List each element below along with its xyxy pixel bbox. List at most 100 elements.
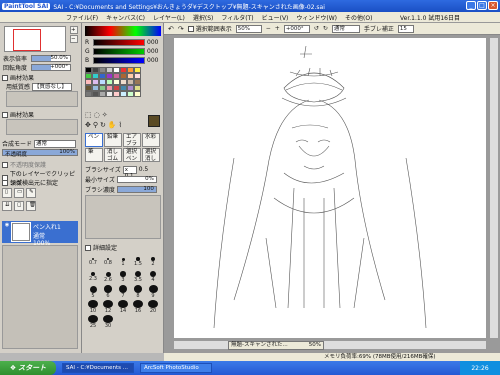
blue-slider[interactable] <box>93 57 145 64</box>
hand-tool-icon[interactable]: ✋ <box>108 121 117 129</box>
tool-brush[interactable]: 筆 <box>85 148 103 162</box>
zoom-select[interactable]: 50% <box>235 24 262 33</box>
eyedropper-icon[interactable]: ⌇ <box>119 121 122 129</box>
brush-size-preset[interactable]: 2.3 <box>86 270 100 284</box>
blend-mode-select[interactable]: 通常 <box>34 139 77 148</box>
angle-select[interactable]: +000° <box>283 24 310 33</box>
horizontal-scrollbar[interactable] <box>174 341 486 349</box>
rotate-right-icon[interactable]: ↻ <box>323 25 328 32</box>
tool-watercolor[interactable]: 水彩 <box>142 133 160 147</box>
move-tool-icon[interactable]: ✥ <box>85 121 91 129</box>
brush-size-preset[interactable]: 5 <box>86 285 100 299</box>
brush-size-multiplier[interactable]: x 0.1 <box>122 165 137 179</box>
lasso-tool-icon[interactable]: ◌ <box>94 111 100 119</box>
new-folder-icon[interactable]: ▭ <box>14 188 24 198</box>
visibility-eye-icon[interactable]: ◉ <box>3 222 11 242</box>
paper-texture-select[interactable]: 【質感なし】 <box>32 82 73 91</box>
rotation-slider[interactable]: +000° <box>31 64 72 71</box>
brush-size-preset[interactable]: 1.5 <box>131 255 145 269</box>
layer-row[interactable]: ◉ ペン入れ1 通常 100% <box>2 221 78 247</box>
color-swatches[interactable] <box>85 67 141 109</box>
select-show-checkbox[interactable] <box>187 25 194 32</box>
menu-select[interactable]: 選択(S) <box>193 13 214 22</box>
tool-pen[interactable]: ペン <box>85 133 103 147</box>
undo-icon[interactable]: ↶ <box>168 25 174 33</box>
tool-select-pen[interactable]: 選択ペン <box>123 148 141 162</box>
brush-size-preset[interactable]: 12 <box>101 300 115 314</box>
minimize-button[interactable]: _ <box>466 1 476 10</box>
brush-size-preset[interactable]: 30 <box>101 315 115 329</box>
brush-size-preset[interactable]: 7 <box>116 285 130 299</box>
canvas[interactable] <box>174 38 486 338</box>
density-slider[interactable]: 100 <box>116 186 157 193</box>
start-button[interactable]: ❖ スタート <box>0 361 56 375</box>
tool-eraser[interactable]: 消しゴム <box>104 148 122 162</box>
brush-size-preset[interactable]: 8 <box>131 285 145 299</box>
brush-size-preset[interactable]: 4 <box>146 270 160 284</box>
menu-canvas[interactable]: キャンバス(C) <box>106 13 145 22</box>
brush-size-preset[interactable]: 2.6 <box>101 270 115 284</box>
blend-select[interactable]: 通常 <box>331 24 360 33</box>
brush-size-preset[interactable]: 25 <box>86 315 100 329</box>
color-wheel[interactable] <box>85 26 161 36</box>
min-size-slider[interactable]: 0% <box>116 176 157 183</box>
vertical-scrollbar[interactable] <box>490 38 498 338</box>
new-linework-icon[interactable]: ✎ <box>26 188 36 198</box>
menu-view[interactable]: ビュー(V) <box>262 13 289 22</box>
menu-window[interactable]: ウィンドウ(W) <box>296 13 337 22</box>
tool-select-eraser[interactable]: 選択消し <box>142 148 160 162</box>
brush-size-preset[interactable]: 3.5 <box>131 270 145 284</box>
zoom-out-button[interactable]: − <box>70 35 78 43</box>
brush-size-preset[interactable]: 14 <box>116 300 130 314</box>
maximize-button[interactable]: □ <box>477 1 487 10</box>
tool-pencil[interactable]: 鉛筆 <box>104 133 122 147</box>
menu-layer[interactable]: レイヤー(L) <box>153 13 185 22</box>
red-slider[interactable] <box>93 39 145 46</box>
redo-icon[interactable]: ↷ <box>178 25 184 33</box>
task-sai[interactable]: SAI - C:¥Documents ... <box>62 363 134 373</box>
zoom-in-button[interactable]: + <box>70 26 78 34</box>
merge-down-icon[interactable]: ⇊ <box>2 201 12 211</box>
blue-value: 000 <box>147 57 159 64</box>
effect-toggle[interactable] <box>2 111 8 118</box>
brush-size-preset[interactable]: 9 <box>146 285 160 299</box>
brush-size-preset[interactable]: 0.7 <box>86 255 100 269</box>
select-tool-icon[interactable]: ⬚ <box>85 111 92 119</box>
stabilizer-select[interactable]: 15 <box>397 24 414 33</box>
tool-airbrush[interactable]: エアブラシ <box>123 133 141 154</box>
delete-layer-icon[interactable]: 🗑 <box>26 201 36 211</box>
menu-other[interactable]: その他(O) <box>345 13 372 22</box>
zoom-tool-icon[interactable]: ⚲ <box>93 121 98 129</box>
navigator-preview[interactable] <box>4 26 66 52</box>
zoom-plus-icon[interactable]: + <box>275 25 280 32</box>
menu-filter[interactable]: フィルタ(T) <box>221 13 253 22</box>
clear-layer-icon[interactable]: ◻ <box>14 201 24 211</box>
task-photostudio[interactable]: ArcSoft PhotoStudio <box>140 363 212 373</box>
brush-size-preset[interactable]: 1 <box>116 255 130 269</box>
magic-wand-icon[interactable]: ✧ <box>102 111 108 119</box>
brush-size-preset[interactable]: 2 <box>146 255 160 269</box>
new-layer-icon[interactable]: ▯ <box>2 188 12 198</box>
rotate-tool-icon[interactable]: ↻ <box>100 121 106 129</box>
menu-file[interactable]: ファイル(F) <box>66 13 98 22</box>
select-show-label: 選択範囲表示 <box>195 26 232 33</box>
detail-settings-toggle[interactable] <box>85 244 91 251</box>
title-bar: PaintTool SAI SAI - C:¥Documents and Set… <box>0 0 500 12</box>
brush-size-preset[interactable]: 20 <box>146 300 160 314</box>
green-slider[interactable] <box>93 48 145 55</box>
document-tab[interactable]: 無題-スキャンされた... 50% <box>228 341 324 350</box>
brush-size-preset[interactable]: 6 <box>101 285 115 299</box>
brush-size-preset[interactable]: 10 <box>86 300 100 314</box>
brush-size-preset[interactable]: 0.8 <box>101 255 115 269</box>
detect-source-checkbox[interactable] <box>2 179 8 186</box>
brush-size-preset[interactable]: 16 <box>131 300 145 314</box>
foreground-color[interactable] <box>148 115 160 127</box>
protect-opacity-checkbox[interactable] <box>2 161 8 168</box>
paper-effect-toggle[interactable] <box>2 74 8 81</box>
opacity-slider[interactable]: 不透明度 100% <box>2 149 78 158</box>
brush-size-preset[interactable]: 3 <box>116 270 130 284</box>
rotate-left-icon[interactable]: ↺ <box>314 25 319 32</box>
zoom-minus-icon[interactable]: − <box>266 25 271 32</box>
magnification-slider[interactable]: 50.0% <box>31 55 72 62</box>
close-button[interactable]: × <box>488 1 498 10</box>
